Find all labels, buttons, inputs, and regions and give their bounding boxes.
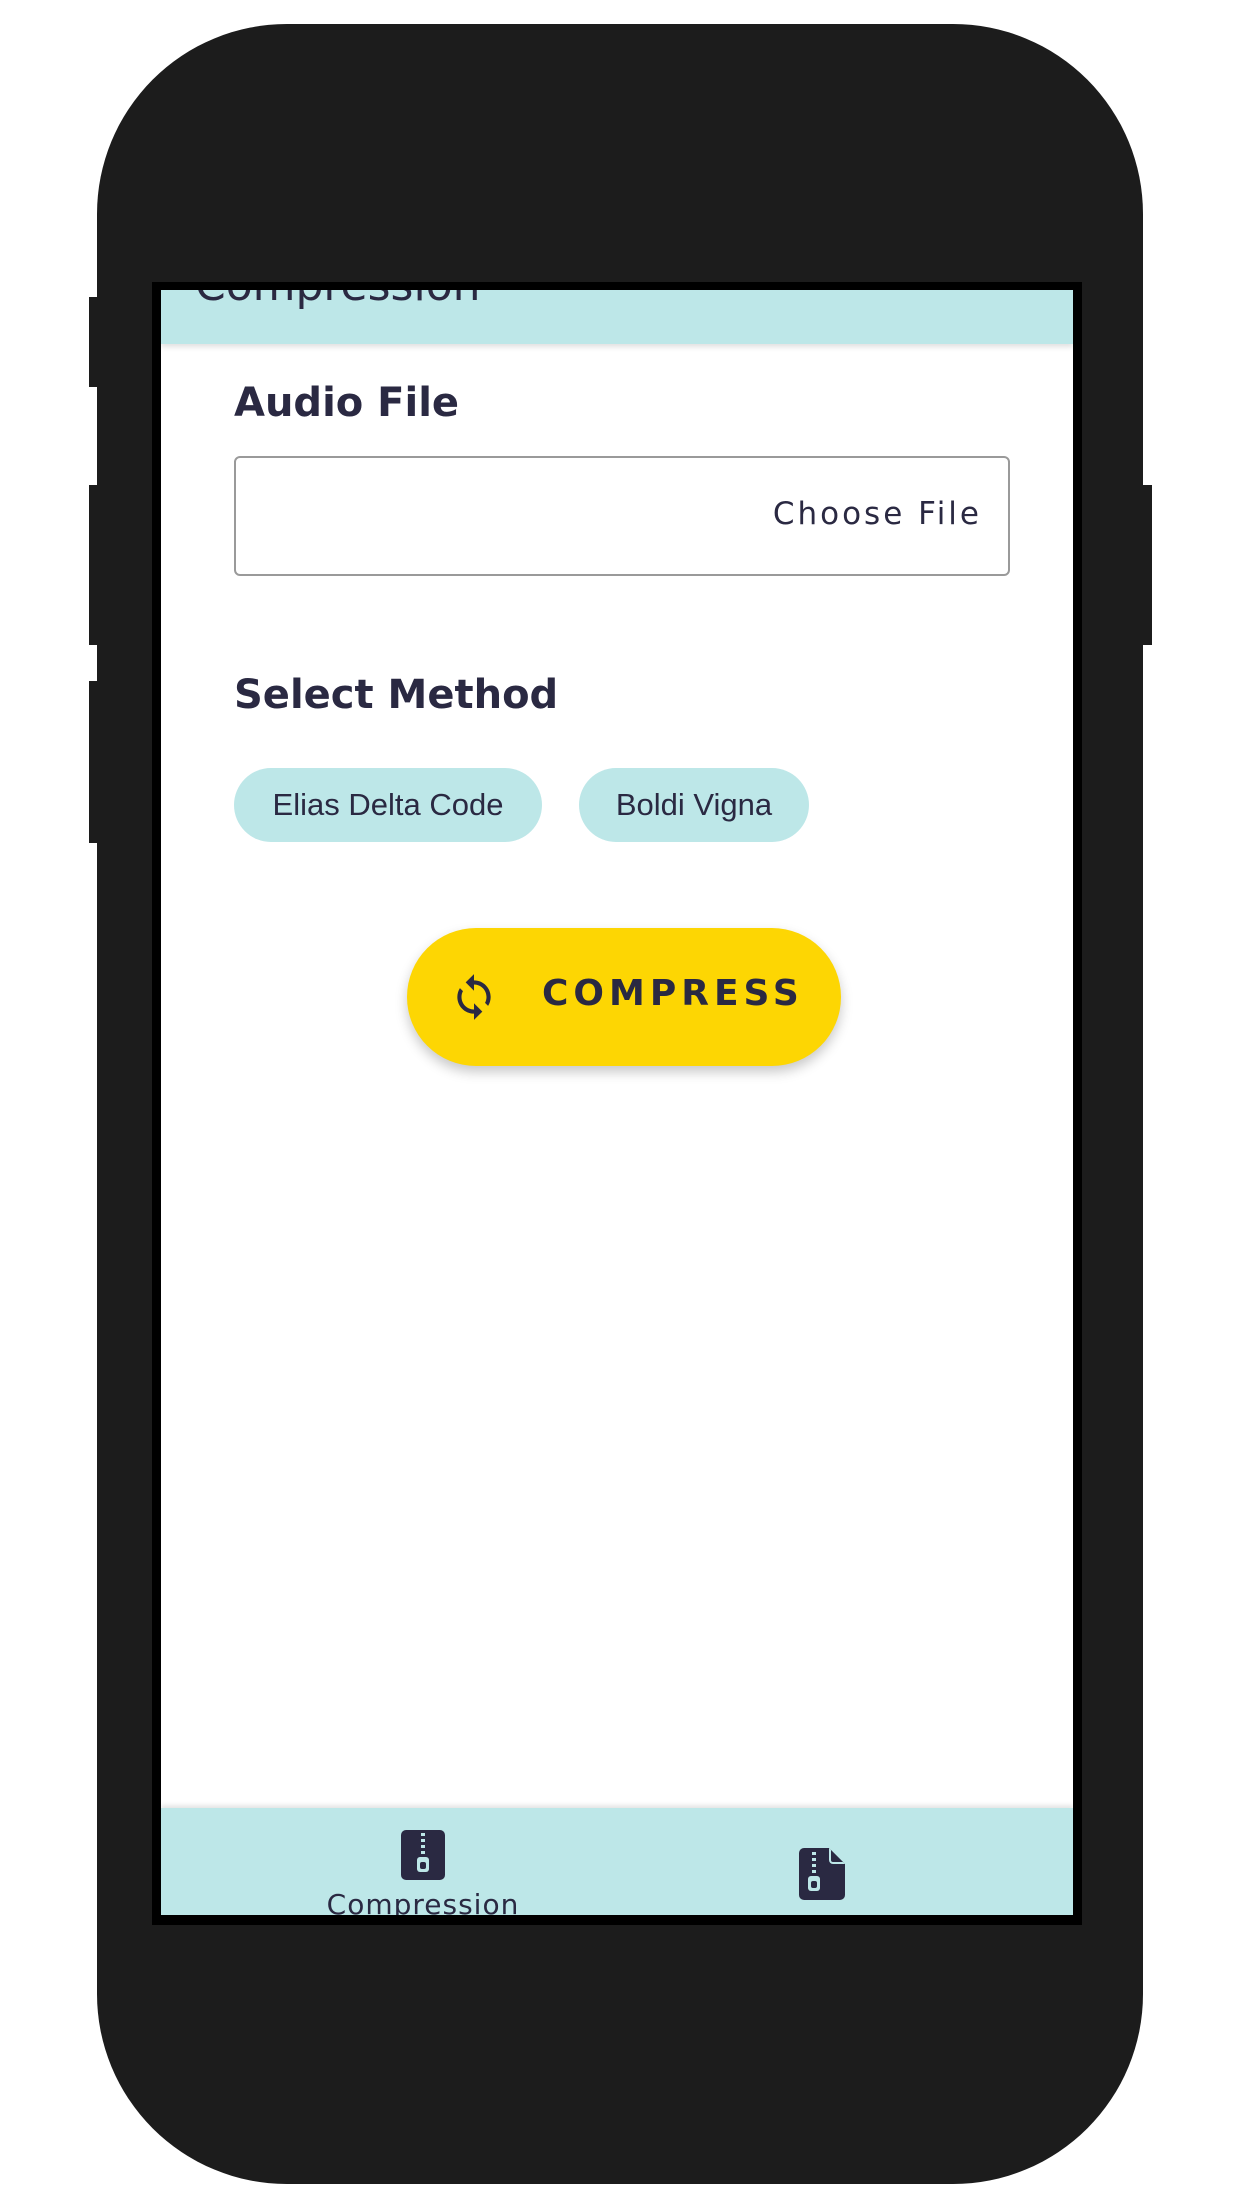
- audio-file-input[interactable]: Choose File: [234, 456, 1010, 576]
- volume-up-button: [89, 485, 103, 645]
- compress-button[interactable]: COMPRESS: [407, 928, 841, 1066]
- zip-document-icon: [799, 1848, 845, 1900]
- nav-item-decompression[interactable]: [617, 1808, 1073, 1915]
- method-chip-boldi-vigna[interactable]: Boldi Vigna: [579, 768, 809, 842]
- select-method-label: Select Method: [234, 672, 559, 718]
- app-screen: Compression Audio File Choose File Selec…: [161, 290, 1073, 1915]
- app-bar: Compression: [161, 290, 1073, 344]
- volume-down-button: [89, 681, 103, 843]
- app-bar-title: Compression: [195, 290, 481, 311]
- refresh-icon: [457, 974, 491, 1020]
- nav-label-compression: Compression: [326, 1888, 520, 1915]
- choose-file-button[interactable]: Choose File: [773, 496, 982, 532]
- method-chip-elias-delta[interactable]: Elias Delta Code: [234, 768, 542, 842]
- power-button: [1138, 485, 1152, 645]
- mute-switch: [89, 297, 103, 387]
- compress-button-label: COMPRESS: [542, 973, 804, 1014]
- audio-file-label: Audio File: [234, 380, 460, 426]
- nav-item-compression[interactable]: Compression: [161, 1808, 617, 1915]
- bottom-navigation: Compression: [161, 1808, 1073, 1915]
- zip-file-icon: [401, 1830, 445, 1880]
